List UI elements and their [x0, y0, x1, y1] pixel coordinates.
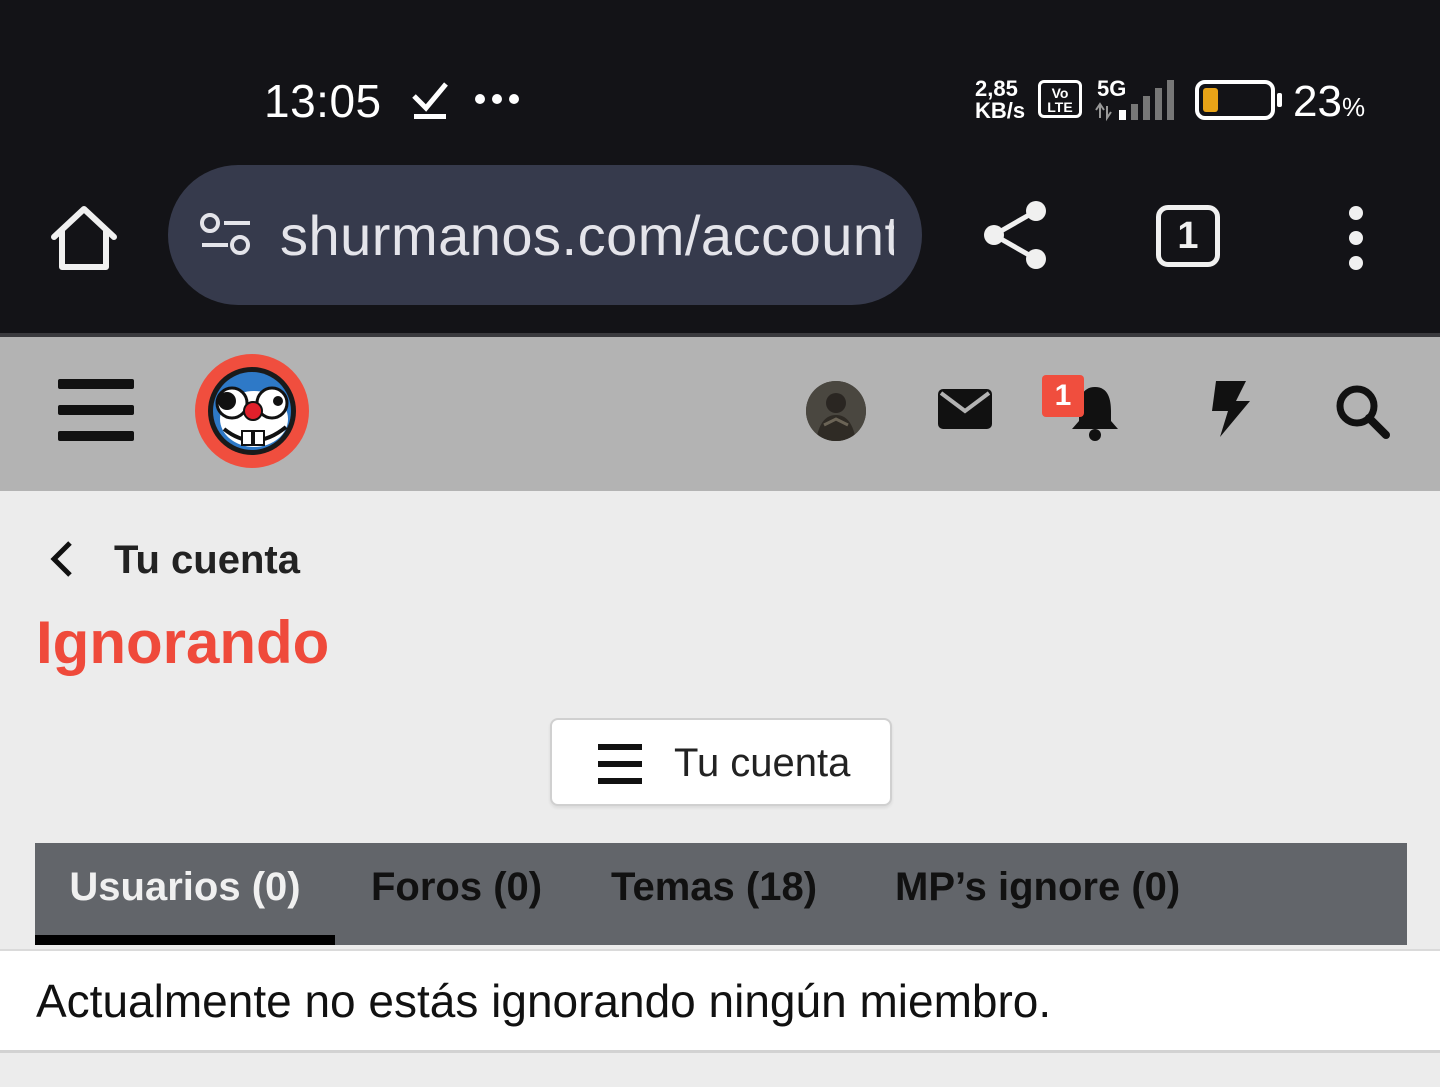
tab-mps-ignore[interactable]: MP’s ignore (0)	[895, 843, 1180, 945]
hamburger-menu-icon[interactable]	[58, 377, 134, 443]
notifications-button[interactable]: 1	[1040, 373, 1124, 445]
avatar-image	[806, 381, 866, 441]
status-bar: 13:05 2,85 KB/s Vo LTE 5G 23%	[0, 0, 1440, 165]
site-header: 1	[0, 337, 1440, 491]
user-avatar[interactable]	[806, 381, 866, 441]
site-logo[interactable]	[194, 353, 310, 469]
ignore-tabs: Usuarios (0) Foros (0) Temas (18) MP’s i…	[35, 843, 1407, 945]
breadcrumb-label[interactable]: Tu cuenta	[114, 535, 300, 585]
page-title: Ignorando	[36, 609, 330, 676]
tab-usuarios[interactable]: Usuarios (0)	[35, 843, 335, 945]
tab-foros[interactable]: Foros (0)	[371, 843, 542, 945]
download-done-icon	[412, 82, 448, 119]
screen: 13:05 2,85 KB/s Vo LTE 5G 23% shurmanos.…	[0, 0, 1440, 1087]
home-icon[interactable]	[46, 201, 122, 273]
volte-icon: Vo LTE	[1038, 80, 1082, 118]
tab-temas[interactable]: Temas (18)	[611, 843, 817, 945]
search-icon[interactable]	[1334, 383, 1390, 439]
status-time: 13:05	[264, 75, 382, 127]
more-vert-icon[interactable]	[1336, 203, 1376, 273]
address-bar[interactable]: shurmanos.com/account/ignored	[168, 165, 922, 305]
battery-percentage: 23%	[1293, 77, 1366, 126]
share-icon[interactable]	[980, 199, 1050, 271]
empty-state-message: Actualmente no estás ignorando ningún mi…	[36, 975, 1052, 1027]
notification-badge: 1	[1042, 375, 1084, 417]
ignored-users-panel: Actualmente no estás ignorando ningún mi…	[0, 949, 1440, 1053]
network-speed: 2,85 KB/s	[975, 76, 1026, 123]
battery-icon	[1195, 80, 1282, 120]
chevron-left-icon	[50, 541, 72, 577]
site-settings-icon[interactable]	[198, 211, 254, 259]
browser-toolbar: shurmanos.com/account/ignored 1	[0, 165, 1440, 333]
url-text[interactable]: shurmanos.com/account/ignored	[280, 203, 894, 269]
battery-level-fill	[1203, 88, 1218, 112]
account-menu-label: Tu cuenta	[674, 741, 851, 785]
envelope-icon[interactable]	[938, 389, 992, 429]
more-notifications-icon	[475, 94, 519, 104]
active-tab-indicator	[35, 935, 335, 945]
list-menu-icon	[598, 744, 642, 784]
page-content: Tu cuenta Ignorando Tu cuenta Usuarios (…	[0, 491, 1440, 1087]
account-menu-button[interactable]: Tu cuenta	[550, 718, 892, 806]
network-type: 5G	[1097, 76, 1127, 101]
bolt-icon[interactable]	[1206, 381, 1252, 437]
tab-switcher-button[interactable]: 1	[1156, 205, 1220, 267]
